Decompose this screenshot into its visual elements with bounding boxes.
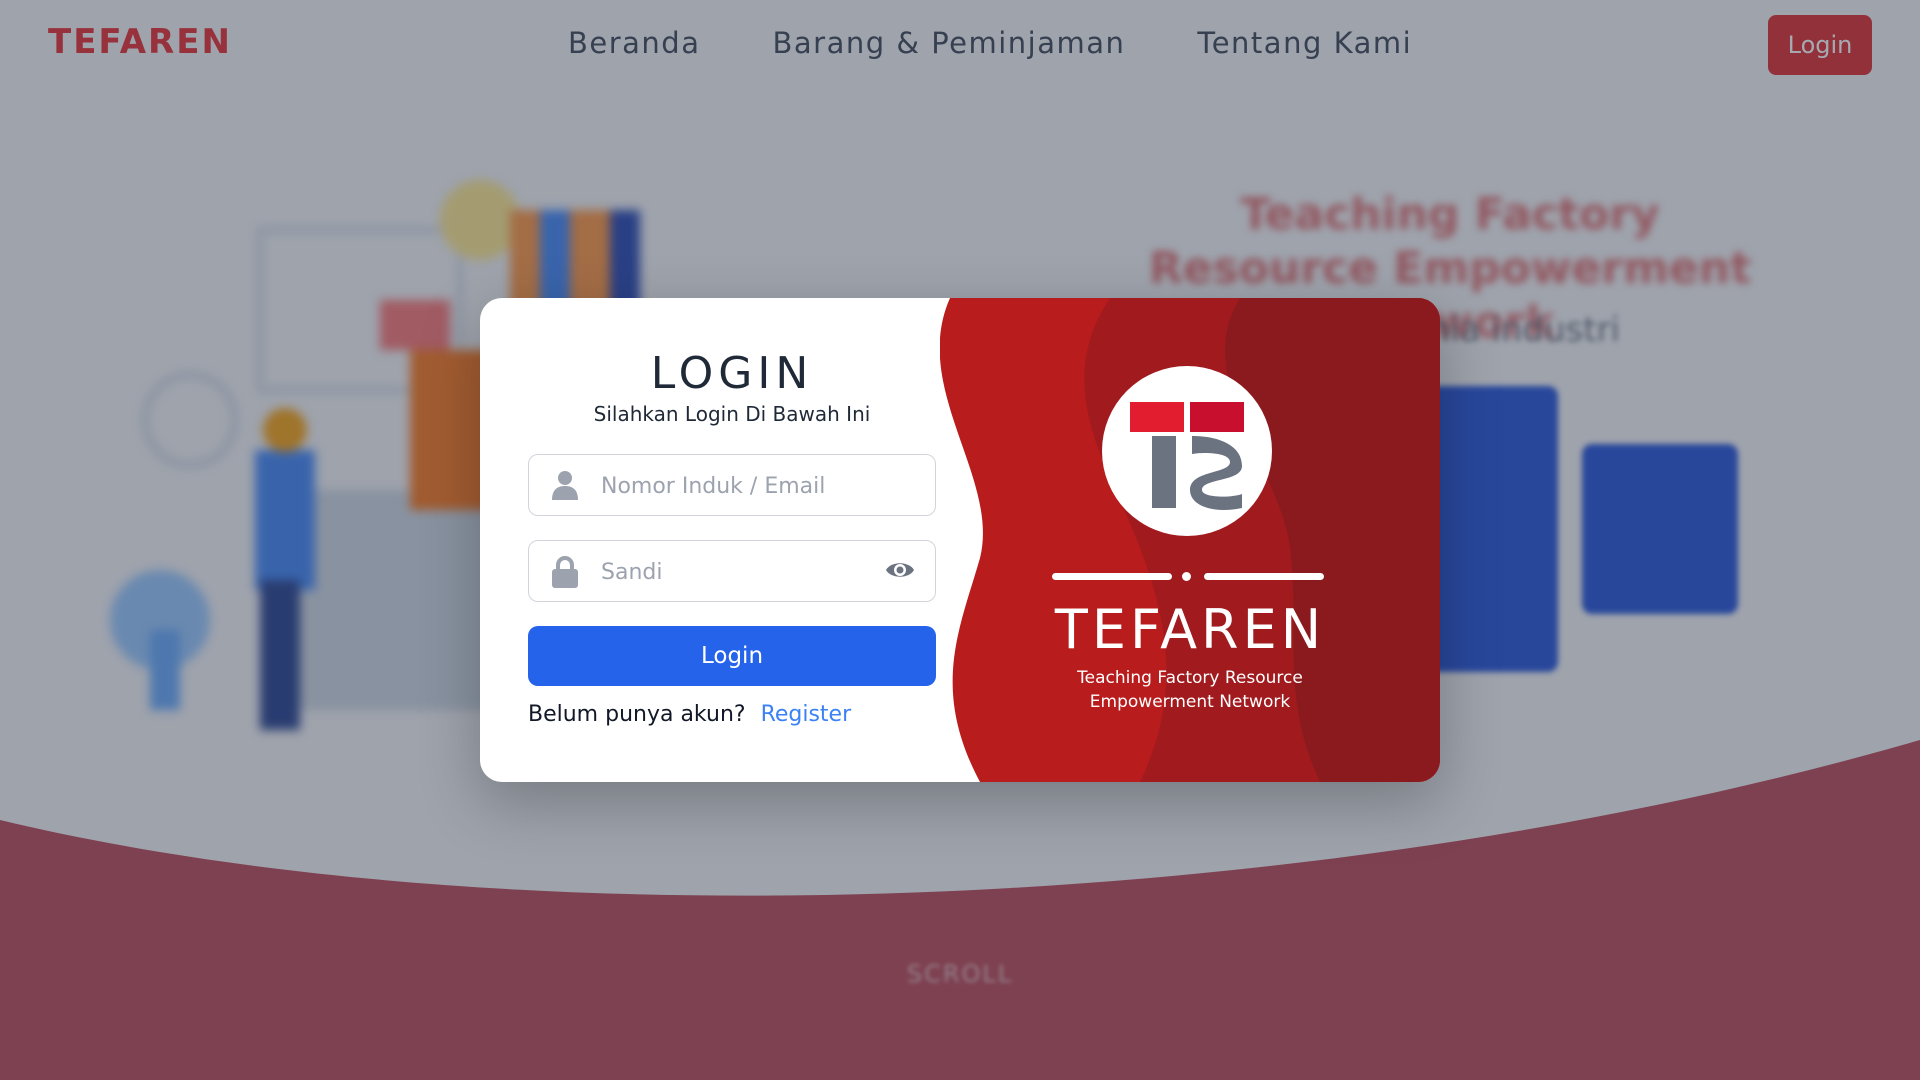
login-modal: LOGIN Silahkan Login Di Bawah Ini Nomor … [480,298,1440,782]
user-icon [551,470,579,504]
panel-brand-tagline: Teaching Factory Resource Empowerment Ne… [1077,668,1303,712]
tefaren-logo [1102,366,1272,536]
password-input[interactable] [599,541,883,603]
panel-divider-left [1052,573,1172,580]
eye-icon[interactable] [885,559,915,585]
login-submit-button[interactable]: Login [528,626,936,686]
panel-brand-title: TEFAREN [1054,598,1326,661]
password-field[interactable] [528,540,936,603]
login-title: LOGIN [650,348,814,399]
login-subtitle: Silahkan Login Di Bawah Ini [593,402,871,426]
panel-divider-dot [1182,572,1191,581]
panel-divider-right [1204,573,1324,580]
register-link[interactable]: Register [761,702,852,727]
username-input[interactable] [599,455,883,517]
username-field[interactable] [528,454,936,517]
register-prompt: Belum punya akun? [528,702,746,727]
register-row: Belum punya akun? Register [528,702,851,727]
lock-icon [551,556,579,592]
